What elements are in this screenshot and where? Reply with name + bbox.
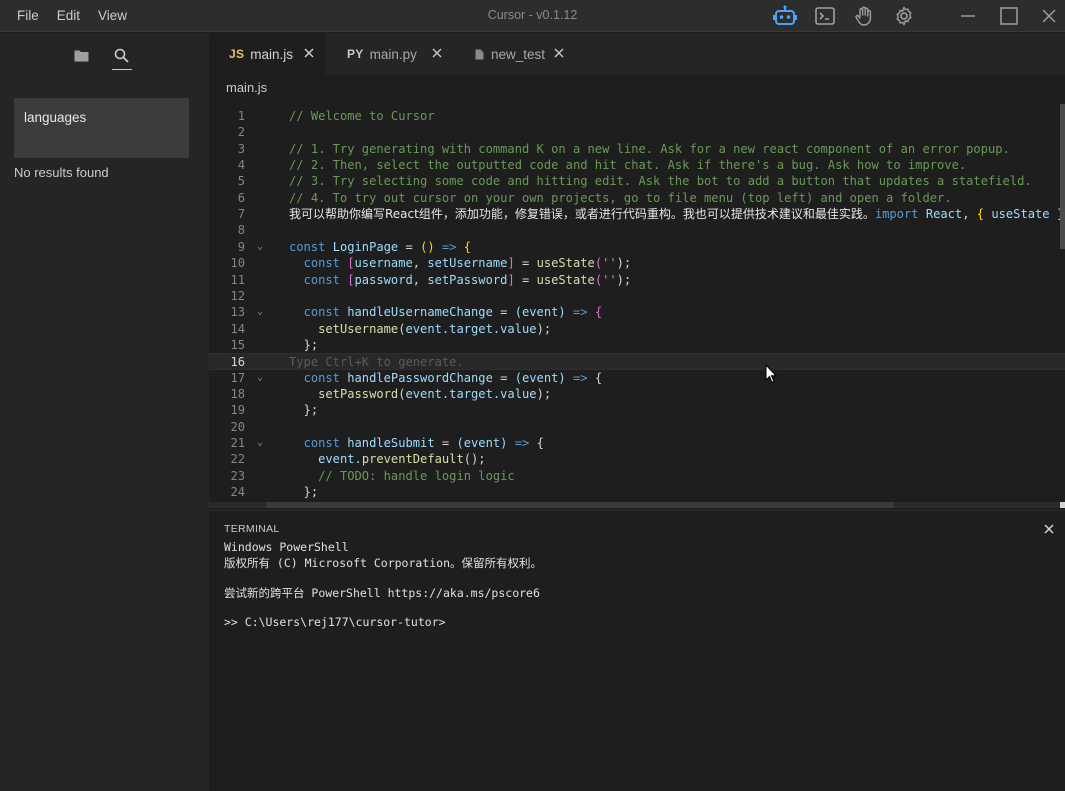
code-line: 11 const [password, setPassword] = useSt… [230, 272, 632, 287]
tab-label: main.js [250, 46, 294, 62]
code-line: 1// Welcome to Cursor [237, 109, 435, 123]
code-line: 14 setUsername(event.target.value); [230, 321, 552, 336]
code-line: 17 ⌄ const handlePasswordChange = (event)… [230, 370, 603, 386]
minimize-button[interactable] [948, 0, 988, 32]
code-line: 15 }; [230, 337, 319, 352]
scrollbar-marker [1060, 502, 1065, 508]
code-line: 2 [237, 125, 245, 140]
menu-bar: File Edit View [8, 0, 136, 32]
code-line: 19 }; [230, 403, 319, 418]
tab-explorer[interactable] [64, 41, 98, 69]
terminal-line: 版权所有 (C) Microsoft Corporation。保留所有权利。 [224, 556, 543, 570]
maximize-icon [1000, 7, 1018, 25]
terminal-panel[interactable]: TERMINAL Windows PowerShell 版权所有 (C) Mic… [209, 510, 1065, 791]
close-tab-button[interactable] [551, 45, 567, 61]
tab-main-js[interactable]: JS main.js [209, 33, 325, 75]
close-icon [432, 48, 442, 58]
close-tab-button[interactable] [301, 45, 317, 61]
code-line: 5// 3. Try selecting some code and hitti… [237, 174, 1032, 189]
hand-icon[interactable] [849, 1, 879, 31]
menu-edit[interactable]: Edit [48, 0, 89, 32]
tab-main-py[interactable]: PY main.py [327, 33, 453, 75]
no-results-message: No results found [14, 165, 109, 180]
generate-hint: Type Ctrl+K to generate. [289, 355, 464, 370]
search-box[interactable] [14, 98, 189, 158]
breadcrumb[interactable]: main.js [226, 80, 267, 95]
terminal-line: 尝试新的跨平台 PowerShell https://aka.ms/pscore… [224, 586, 540, 600]
code-line: 21 ⌄ const handleSubmit = (event) => { [230, 435, 544, 451]
code-editor[interactable]: 1// Welcome to Cursor 2 3// 1. Try gener… [209, 104, 1065, 504]
gear-icon[interactable] [889, 1, 919, 31]
code-line: 4// 2. Then, select the outputted code a… [237, 158, 967, 173]
menu-file[interactable]: File [8, 0, 48, 32]
js-file-icon: JS [229, 47, 245, 61]
code-line: 3// 1. Try generating with command K on … [237, 141, 1010, 156]
close-tab-button[interactable] [429, 45, 445, 61]
code-line: 23 // TODO: handle login logic [230, 468, 515, 483]
close-icon [1044, 524, 1054, 534]
code-line: 24 }; [230, 485, 319, 500]
maximize-button[interactable] [989, 0, 1029, 32]
fold-chevron-icon[interactable]: ⌄ [257, 435, 263, 451]
terminal-icon[interactable] [810, 1, 840, 31]
code-line: 13 ⌄ const handleUsernameChange = (event)… [230, 304, 603, 320]
folder-icon [74, 50, 88, 61]
menu-view[interactable]: View [89, 0, 136, 32]
terminal-line: Windows PowerShell [224, 540, 349, 554]
tab-new-test[interactable]: new_test [455, 33, 575, 75]
file-icon [475, 49, 484, 59]
close-icon [304, 48, 314, 58]
close-icon [554, 48, 564, 58]
close-terminal-button[interactable] [1041, 521, 1057, 537]
terminal-title: TERMINAL [224, 523, 280, 535]
code-line: 8 [237, 223, 245, 238]
mouse-pointer-icon [765, 363, 778, 389]
terminal-prompt[interactable]: >> C:\Users\rej177\cursor-tutor> [224, 615, 446, 629]
close-icon [1042, 9, 1056, 23]
code-line: 10 const [username, setUsername] = useSt… [230, 256, 632, 271]
search-icon [114, 48, 129, 63]
fold-chevron-icon[interactable]: ⌄ [257, 304, 263, 320]
minimize-icon [961, 15, 975, 17]
editor-tab-bar: JS main.js PY main.py new_test [209, 33, 1065, 75]
code-line: 18 setPassword(event.target.value); [230, 386, 552, 401]
sidebar-tabs [64, 41, 144, 70]
robot-icon[interactable] [770, 1, 800, 31]
code-line: 22 event.preventDefault(); [230, 452, 486, 467]
py-file-icon: PY [347, 47, 364, 61]
fold-chevron-icon[interactable]: ⌄ [257, 239, 263, 255]
code-line: 20 [230, 419, 245, 434]
editor-vertical-scrollbar[interactable] [1060, 104, 1065, 249]
sidebar: No results found [0, 33, 209, 791]
close-window-button[interactable] [1029, 0, 1065, 32]
fold-chevron-icon[interactable]: ⌄ [257, 370, 263, 386]
code-line: 9 ⌄ const LoginPage = () => { [237, 239, 472, 255]
tab-label: main.py [369, 46, 417, 62]
code-line: 12 [230, 288, 245, 303]
title-bar: File Edit View Cursor - v0.1.12 [0, 0, 1065, 32]
code-line: 6// 4. To try out cursor on your own pro… [237, 190, 952, 205]
title-actions [770, 0, 928, 32]
search-input[interactable] [24, 110, 179, 125]
editor-horizontal-scrollbar[interactable] [266, 502, 894, 508]
tab-search[interactable] [104, 41, 138, 70]
current-code-line: 16 Type Ctrl+K to generate. [209, 353, 1065, 370]
tab-label: new_test [491, 46, 546, 62]
code-line: 7 我可以帮助你编写React组件，添加功能，修复错误，或者进行代码重构。我也可以… [237, 207, 1064, 222]
